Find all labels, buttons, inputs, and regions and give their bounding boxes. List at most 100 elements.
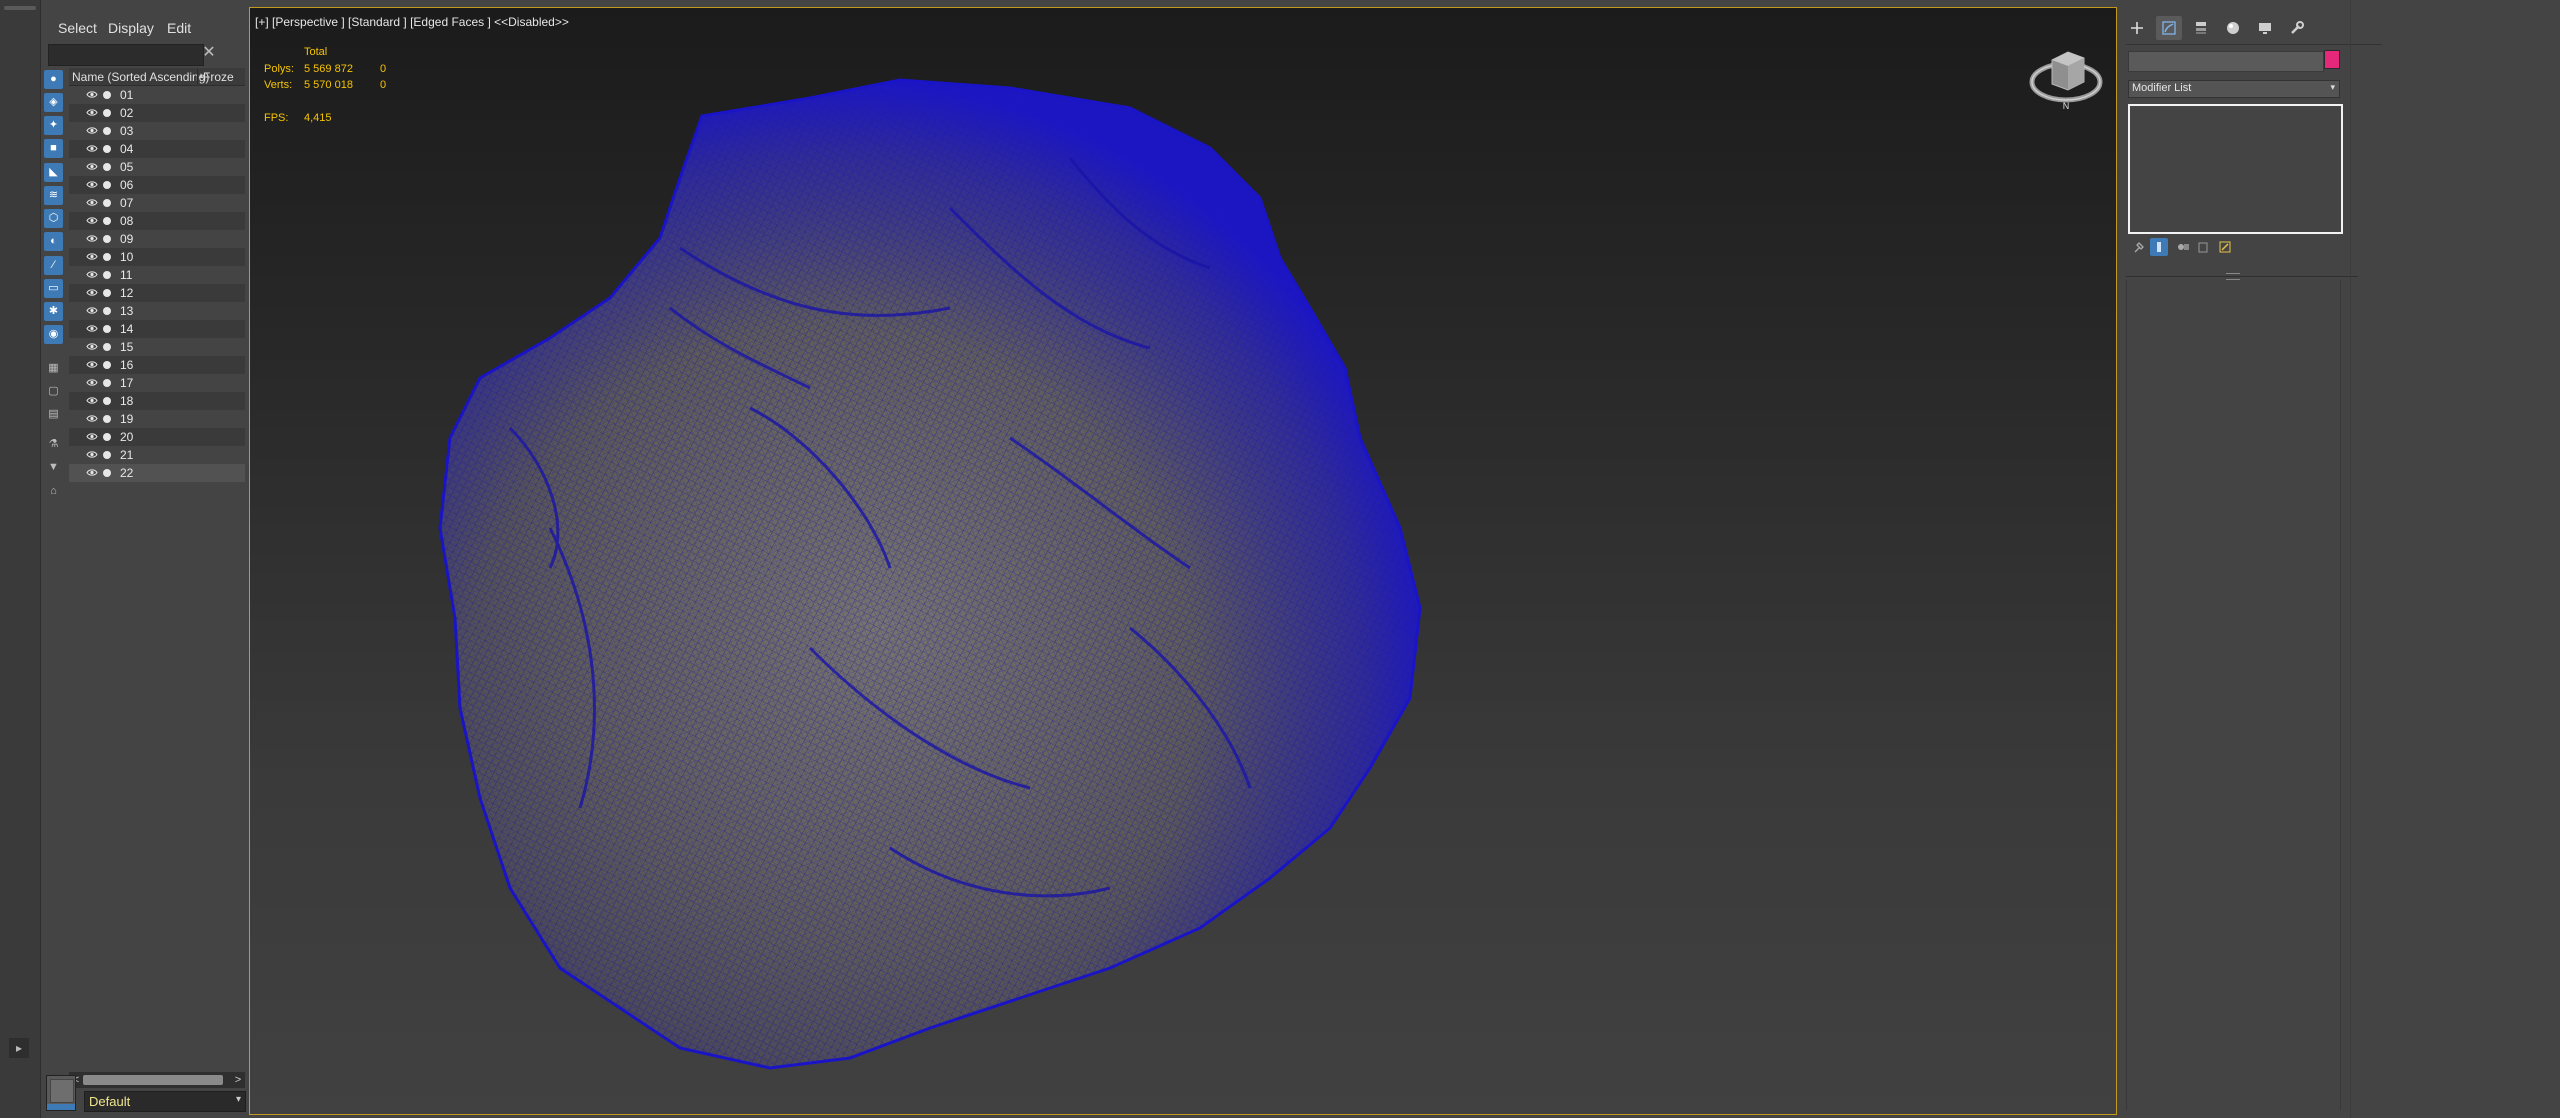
render-dot-icon[interactable] [103,235,111,243]
list-item[interactable]: 17 [69,374,245,392]
remove-modifier-icon[interactable] [2194,238,2212,256]
hierarchy-tab-icon[interactable] [2188,16,2214,40]
geometry-filter-icon[interactable]: ● [44,70,63,89]
render-dot-icon[interactable] [103,397,111,405]
list-item[interactable]: 10 [69,248,245,266]
layer-explorer-button[interactable] [46,1075,76,1111]
list-item[interactable]: 14 [69,320,245,338]
visibility-eye-icon[interactable] [86,306,98,315]
render-dot-icon[interactable] [103,433,111,441]
list-item[interactable]: 01 [69,86,245,104]
show-end-result-icon[interactable] [2150,238,2168,256]
list-item[interactable]: 19 [69,410,245,428]
containers-filter-icon[interactable]: ▭ [44,279,63,298]
visibility-eye-icon[interactable] [86,180,98,189]
render-dot-icon[interactable] [103,253,111,261]
visibility-eye-icon[interactable] [86,126,98,135]
scrollbar-thumb[interactable] [83,1075,223,1085]
visibility-eye-icon[interactable] [86,252,98,261]
motion-tab-icon[interactable] [2220,16,2246,40]
visibility-eye-icon[interactable] [86,144,98,153]
render-dot-icon[interactable] [103,451,111,459]
object-name-input[interactable] [2128,51,2324,72]
helpers-filter-icon[interactable]: ◣ [44,163,63,182]
display-tab-icon[interactable] [2252,16,2278,40]
list-item[interactable]: 11 [69,266,245,284]
list-item[interactable]: 22 [69,464,245,482]
perspective-viewport[interactable]: [+] [Perspective ] [Standard ] [Edged Fa… [249,7,2117,1115]
invert-display-icon[interactable]: ▤ [44,405,63,424]
filter-options-icon[interactable]: ⚗ [44,435,63,454]
visibility-eye-icon[interactable] [86,360,98,369]
column-frozen-header[interactable]: Froze [203,70,245,84]
visibility-eye-icon[interactable] [86,162,98,171]
list-item[interactable]: 16 [69,356,245,374]
xrefs-filter-icon[interactable]: ◐ [44,232,63,251]
list-item[interactable]: 08 [69,212,245,230]
dock-grip[interactable] [4,6,36,10]
column-name-header[interactable]: Name (Sorted Ascending) [72,70,209,84]
render-dot-icon[interactable] [103,307,111,315]
list-item[interactable]: 18 [69,392,245,410]
render-dot-icon[interactable] [103,469,111,477]
visibility-eye-icon[interactable] [86,288,98,297]
object-color-swatch[interactable] [2324,50,2340,69]
modifier-list-dropdown[interactable]: Modifier List ▾ [2128,80,2340,98]
utilities-tab-icon[interactable] [2284,16,2310,40]
viewport-label-menu[interactable]: [+] [Perspective ] [Standard ] [Edged Fa… [255,15,569,29]
configure-modifier-sets-icon[interactable] [2216,238,2234,256]
rollout-grip[interactable] [2226,273,2240,280]
explorer-search-input[interactable] [48,44,204,66]
make-unique-icon[interactable] [2174,238,2192,256]
display-none-icon[interactable]: ▢ [44,382,63,401]
render-dot-icon[interactable] [103,217,111,225]
filter-funnel-icon[interactable]: ▼ [44,458,63,477]
pin-stack-icon[interactable] [2130,238,2148,256]
render-dot-icon[interactable] [103,199,111,207]
groups-filter-icon[interactable]: ⬡ [44,209,63,228]
menu-display[interactable]: Display [108,20,154,36]
visibility-eye-icon[interactable] [86,270,98,279]
render-dot-icon[interactable] [103,379,111,387]
list-item[interactable]: 07 [69,194,245,212]
cameras-filter-icon[interactable]: ■ [44,139,63,158]
render-dot-icon[interactable] [103,181,111,189]
visibility-eye-icon[interactable] [86,450,98,459]
render-dot-icon[interactable] [103,343,111,351]
visibility-eye-icon[interactable] [86,378,98,387]
visibility-eye-icon[interactable] [86,198,98,207]
display-all-icon[interactable]: ▦ [44,359,63,378]
list-item[interactable]: 13 [69,302,245,320]
render-dot-icon[interactable] [103,91,111,99]
particles-filter-icon[interactable]: ✱ [44,302,63,321]
shapes-filter-icon[interactable]: ◈ [44,93,63,112]
scroll-right-icon[interactable]: > [231,1072,245,1088]
viewcube-icon[interactable]: N [2028,42,2104,112]
expand-arrow-icon[interactable]: ▸ [9,1038,29,1058]
rock-mesh-model[interactable] [250,8,2116,1114]
render-dot-icon[interactable] [103,145,111,153]
visibility-eye-icon[interactable] [86,342,98,351]
render-dot-icon[interactable] [103,127,111,135]
list-item[interactable]: 12 [69,284,245,302]
frozen-filter-icon[interactable]: ◉ [44,325,63,344]
visibility-eye-icon[interactable] [86,468,98,477]
render-dot-icon[interactable] [103,325,111,333]
visibility-eye-icon[interactable] [86,216,98,225]
list-item[interactable]: 02 [69,104,245,122]
bones-filter-icon[interactable]: ⁄ [44,256,63,275]
visibility-eye-icon[interactable] [86,432,98,441]
lights-filter-icon[interactable]: ✦ [44,116,63,135]
render-dot-icon[interactable] [103,289,111,297]
list-item[interactable]: 05 [69,158,245,176]
visibility-eye-icon[interactable] [86,90,98,99]
menu-select[interactable]: Select [58,20,97,36]
list-item[interactable]: 15 [69,338,245,356]
selection-set-icon[interactable]: ⌂ [44,482,63,501]
render-dot-icon[interactable] [103,163,111,171]
create-tab-icon[interactable] [2124,16,2150,40]
list-item[interactable]: 04 [69,140,245,158]
visibility-eye-icon[interactable] [86,396,98,405]
list-item[interactable]: 03 [69,122,245,140]
modifier-stack[interactable] [2128,104,2343,234]
